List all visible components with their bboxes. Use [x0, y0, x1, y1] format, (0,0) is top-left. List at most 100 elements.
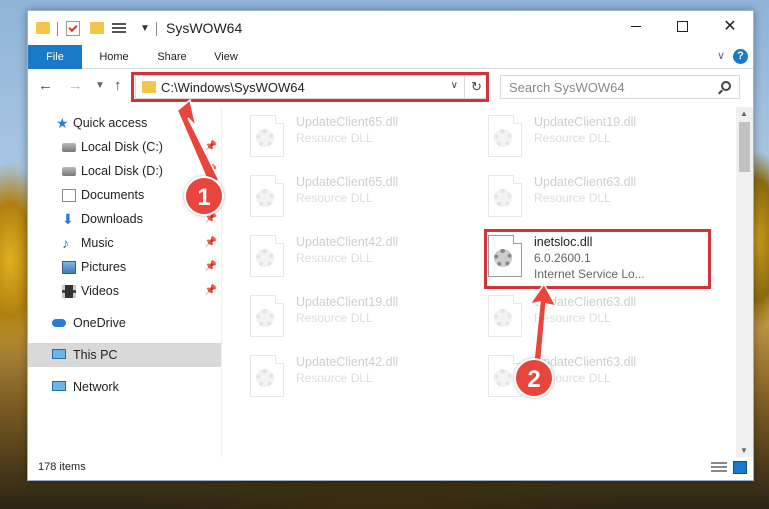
- step-badge-2: 2: [514, 358, 554, 398]
- list-item[interactable]: UpdateClient65.dll Resource DLL: [236, 167, 466, 225]
- pin-icon[interactable]: 📌: [205, 135, 217, 159]
- gear-icon: [494, 369, 512, 387]
- list-item[interactable]: UpdateClient63.dll Resource DLL: [474, 347, 704, 405]
- expand-ribbon-chevron-icon[interactable]: ∨: [717, 49, 725, 62]
- scroll-down-arrow-icon[interactable]: ▼: [740, 446, 748, 455]
- gear-icon: [494, 309, 512, 327]
- gear-icon: [256, 249, 274, 267]
- sidebar-item-videos[interactable]: Videos 📌: [28, 279, 221, 303]
- tab-file[interactable]: File: [28, 45, 82, 69]
- list-item[interactable]: UpdateClient42.dll Resource DLL: [236, 347, 466, 405]
- onedrive-icon: [52, 319, 66, 327]
- pictures-icon: [62, 261, 76, 274]
- ribbon-tabs: File Home Share View ∨ ?: [28, 45, 753, 69]
- file-description: Resource DLL: [534, 191, 611, 205]
- file-name: UpdateClient63.dll: [534, 295, 637, 309]
- dll-file-icon: [250, 295, 284, 337]
- list-item[interactable]: UpdateClient19.dll Resource DLL: [236, 287, 466, 345]
- sidebar-item-this-pc[interactable]: This PC: [28, 343, 221, 367]
- tab-home[interactable]: Home: [92, 45, 136, 69]
- status-bar: 178 items: [28, 456, 753, 480]
- scrollbar-thumb[interactable]: [739, 122, 750, 172]
- search-icon: [721, 81, 731, 91]
- vertical-scrollbar[interactable]: ▲ ▼: [736, 107, 753, 457]
- tiles-view-icon[interactable]: [733, 461, 747, 474]
- recent-locations-chevron-icon[interactable]: ▼: [95, 80, 105, 91]
- download-icon: ⬇: [62, 211, 74, 227]
- scroll-up-arrow-icon[interactable]: ▲: [740, 109, 748, 118]
- sidebar-item-local-disk-c[interactable]: Local Disk (C:) 📌: [28, 135, 221, 159]
- sidebar-item-quick-access[interactable]: ★ Quick access: [28, 111, 221, 135]
- sidebar-item-network[interactable]: Network: [28, 375, 221, 399]
- list-item[interactable]: UpdateClient65.dll Resource DLL: [236, 107, 466, 165]
- gear-icon: [256, 189, 274, 207]
- tab-share[interactable]: Share: [150, 45, 194, 69]
- videos-icon: [62, 285, 76, 298]
- sidebar-item-music[interactable]: ♪ Music 📌: [28, 231, 221, 255]
- window-title: SysWOW64: [166, 20, 243, 36]
- item-count: 178 items: [38, 461, 86, 473]
- navigation-pane: ★ Quick access Local Disk (C:) 📌 Local D…: [28, 107, 221, 457]
- address-bar-highlight: [131, 72, 489, 102]
- title-bar: ▼ SysWOW64 ✕: [28, 11, 753, 45]
- dll-file-icon: [488, 295, 522, 337]
- file-description: Resource DLL: [296, 191, 373, 205]
- sidebar-item-label: Videos: [81, 284, 119, 298]
- search-input[interactable]: Search SysWOW64: [500, 75, 740, 99]
- documents-icon: [62, 189, 76, 202]
- properties-icon[interactable]: [66, 21, 80, 36]
- sidebar-item-label: OneDrive: [73, 316, 126, 330]
- minimize-button[interactable]: [613, 11, 659, 41]
- forward-arrow-icon[interactable]: →: [68, 77, 83, 94]
- maximize-button[interactable]: [659, 11, 705, 41]
- step-badge-1: 1: [184, 176, 224, 216]
- this-pc-icon: [52, 349, 66, 359]
- close-button[interactable]: ✕: [707, 11, 753, 41]
- file-description: Resource DLL: [296, 371, 373, 385]
- tab-view[interactable]: View: [208, 45, 244, 69]
- details-view-icon[interactable]: [711, 462, 727, 474]
- sidebar-item-label: Quick access: [73, 116, 148, 130]
- list-item[interactable]: UpdateClient19.dll Resource DLL: [474, 107, 704, 165]
- gear-icon: [256, 309, 274, 327]
- file-name: UpdateClient65.dll: [296, 175, 399, 189]
- file-name: UpdateClient65.dll: [296, 115, 399, 129]
- sidebar-item-label: Downloads: [81, 212, 143, 226]
- sidebar-item-label: Local Disk (C:): [81, 140, 163, 154]
- view-options-icon[interactable]: [112, 21, 128, 35]
- list-item[interactable]: UpdateClient42.dll Resource DLL: [236, 227, 466, 285]
- search-placeholder: Search SysWOW64: [509, 80, 625, 95]
- sidebar-item-label: Music: [81, 236, 114, 250]
- sidebar-item-label: Network: [73, 380, 119, 394]
- back-arrow-icon[interactable]: ←: [38, 77, 53, 94]
- gear-icon: [256, 129, 274, 147]
- divider: [221, 107, 222, 457]
- new-folder-icon[interactable]: [90, 22, 104, 34]
- sidebar-item-label: Local Disk (D:): [81, 164, 163, 178]
- file-description: Resource DLL: [296, 251, 373, 265]
- file-name: UpdateClient42.dll: [296, 235, 399, 249]
- gear-icon: [256, 369, 274, 387]
- customize-toolbar-chevron-icon[interactable]: ▼: [140, 23, 150, 34]
- sidebar-item-onedrive[interactable]: OneDrive: [28, 311, 221, 335]
- pin-icon[interactable]: 📌: [205, 255, 217, 279]
- gear-icon: [494, 129, 512, 147]
- sidebar-item-pictures[interactable]: Pictures 📌: [28, 255, 221, 279]
- dll-file-icon: [250, 115, 284, 157]
- dll-file-icon: [488, 115, 522, 157]
- list-item[interactable]: UpdateClient63.dll Resource DLL: [474, 167, 704, 225]
- sidebar-item-label: Pictures: [81, 260, 127, 274]
- pin-icon[interactable]: 📌: [205, 279, 217, 303]
- list-item[interactable]: UpdateClient63.dll Resource DLL: [474, 287, 704, 345]
- sidebar-item-label: This PC: [73, 348, 118, 362]
- drive-icon: [62, 143, 76, 152]
- dll-file-icon: [250, 235, 284, 277]
- file-name: UpdateClient19.dll: [534, 115, 637, 129]
- file-highlight: [484, 229, 711, 289]
- help-icon[interactable]: ?: [733, 49, 748, 64]
- dll-file-icon: [488, 175, 522, 217]
- music-icon: ♪: [62, 235, 69, 251]
- up-arrow-icon[interactable]: ↑: [114, 77, 122, 94]
- folder-icon: [36, 22, 50, 34]
- pin-icon[interactable]: 📌: [205, 231, 217, 255]
